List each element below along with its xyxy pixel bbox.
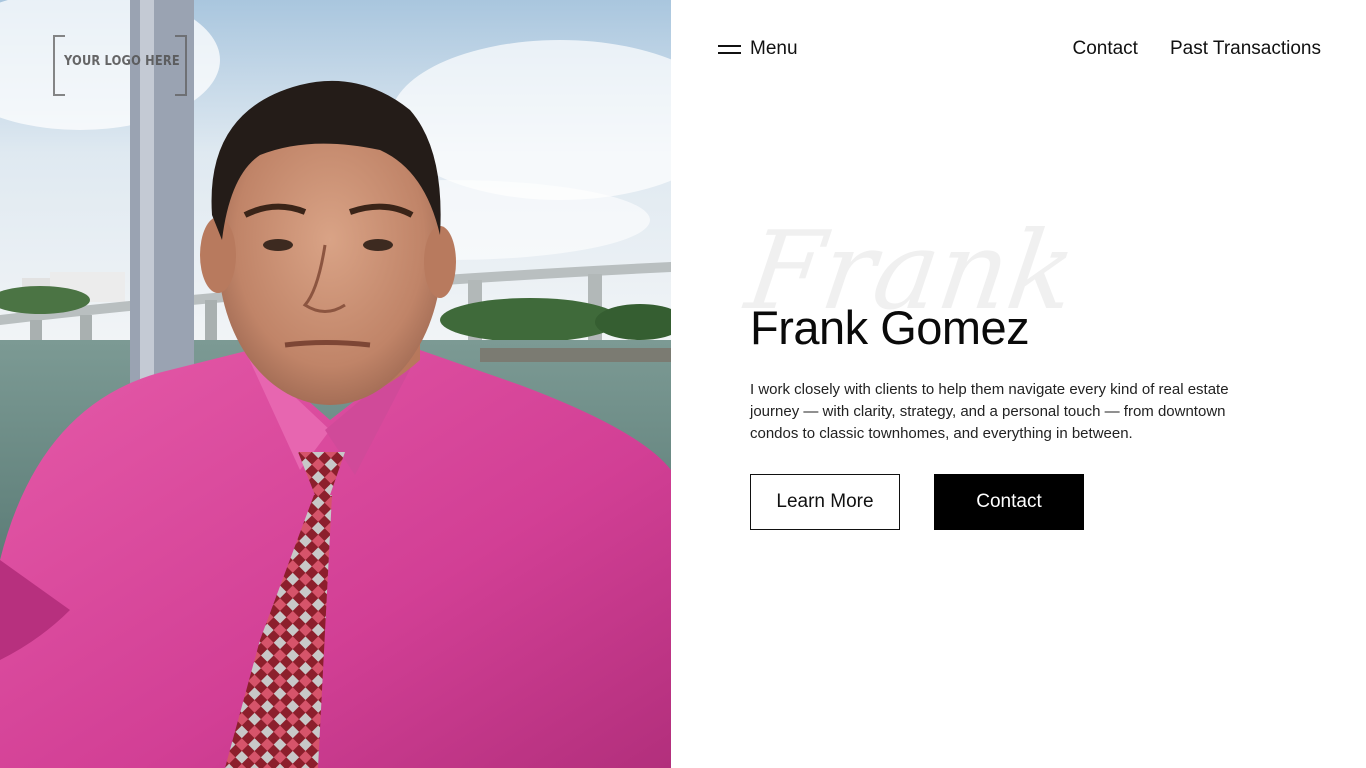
agent-description: I work closely with clients to help them…	[750, 381, 1229, 442]
site-logo[interactable]: YOUR LOGO HERE	[53, 35, 187, 96]
hamburger-icon	[718, 44, 741, 54]
logo-text: YOUR LOGO HERE	[64, 54, 180, 69]
contact-button[interactable]: Contact	[934, 474, 1084, 530]
nav-link-past-transactions[interactable]: Past Transactions	[1170, 38, 1321, 60]
learn-more-button[interactable]: Learn More	[750, 474, 900, 530]
agent-photo: YOUR LOGO HERE	[0, 0, 671, 768]
menu-label: Menu	[750, 38, 798, 59]
page: YOUR LOGO HERE Menu Contact Past Transac…	[0, 0, 1366, 768]
nav-link-contact[interactable]: Contact	[1072, 38, 1137, 60]
agent-name-heading: Frank Gomez	[750, 301, 1030, 354]
agent-photo-illustration	[0, 0, 671, 768]
top-nav: Contact Past Transactions	[1072, 38, 1321, 60]
menu-toggle-button[interactable]: Menu	[718, 38, 798, 60]
